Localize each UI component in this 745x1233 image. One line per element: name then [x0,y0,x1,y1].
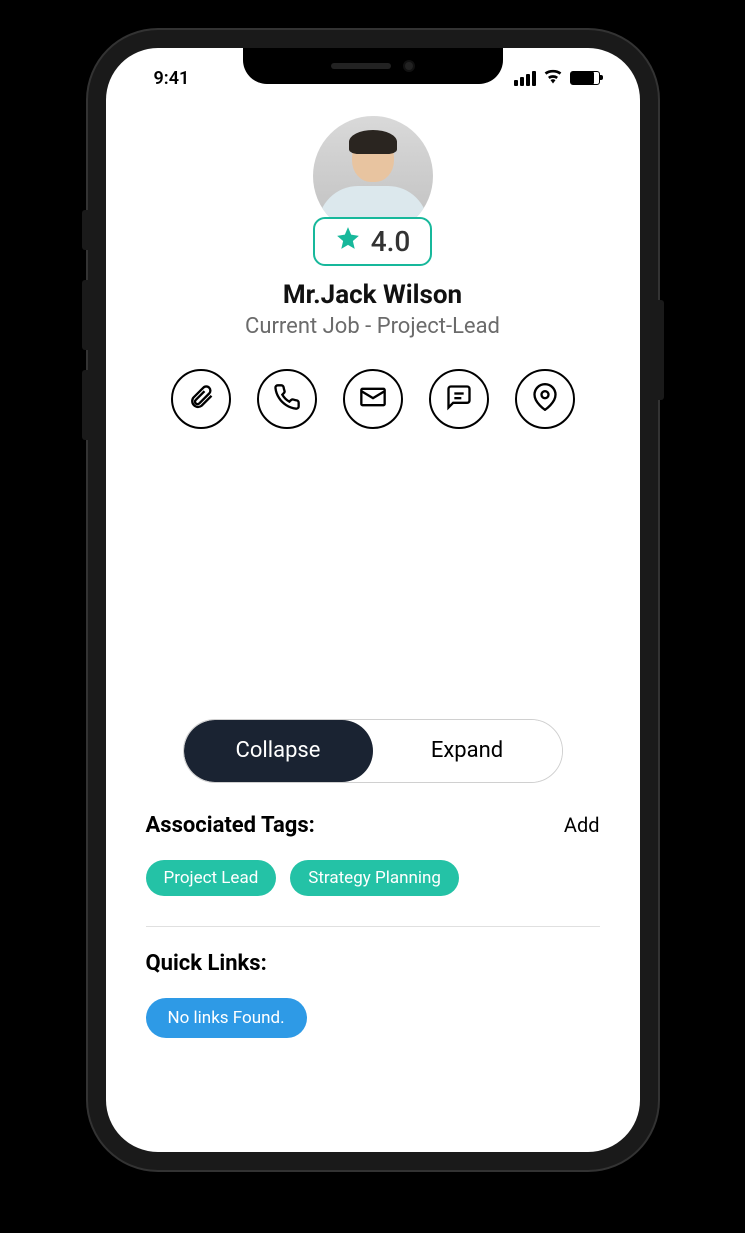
battery-icon [570,71,600,85]
quick-links-title: Quick Links: [146,951,600,976]
location-button[interactable] [515,369,575,429]
toggle-section: Collapse Expand [106,719,640,783]
email-button[interactable] [343,369,403,429]
content: 4.0 Mr.Jack Wilson Current Job - Project… [106,96,640,1152]
quick-links-section: Quick Links: No links Found. [106,951,640,1038]
add-tag-button[interactable]: Add [564,813,600,837]
tags-section: Associated Tags: Add Project Lead Strate… [106,813,640,896]
tag-pill[interactable]: Project Lead [146,860,277,896]
signal-icon [514,71,536,86]
profile-name: Mr.Jack Wilson [106,280,640,310]
status-time: 9:41 [154,68,190,89]
status-icons [514,68,600,88]
rating-badge[interactable]: 4.0 [313,217,433,266]
phone-frame: 9:41 [88,30,658,1170]
profile-job: Current Job - Project-Lead [106,314,640,339]
collapse-button[interactable]: Collapse [184,720,373,782]
collapse-expand-toggle: Collapse Expand [183,719,563,783]
wifi-icon [543,68,563,88]
location-icon [531,383,559,415]
phone-icon [273,383,301,415]
star-icon [335,225,361,257]
message-icon [445,383,473,415]
divider [146,926,600,927]
mail-icon [359,383,387,415]
attach-button[interactable] [171,369,231,429]
message-button[interactable] [429,369,489,429]
paperclip-icon [187,383,215,415]
profile-header: 4.0 Mr.Jack Wilson Current Job - Project… [106,116,640,339]
expand-button[interactable]: Expand [373,720,562,782]
tags-title: Associated Tags: [146,813,315,838]
notch [243,48,503,84]
screen: 9:41 [106,48,640,1152]
tag-pill[interactable]: Strategy Planning [290,860,459,896]
rating-value: 4.0 [371,225,411,258]
no-links-pill: No links Found. [146,998,307,1038]
call-button[interactable] [257,369,317,429]
action-row [106,369,640,429]
